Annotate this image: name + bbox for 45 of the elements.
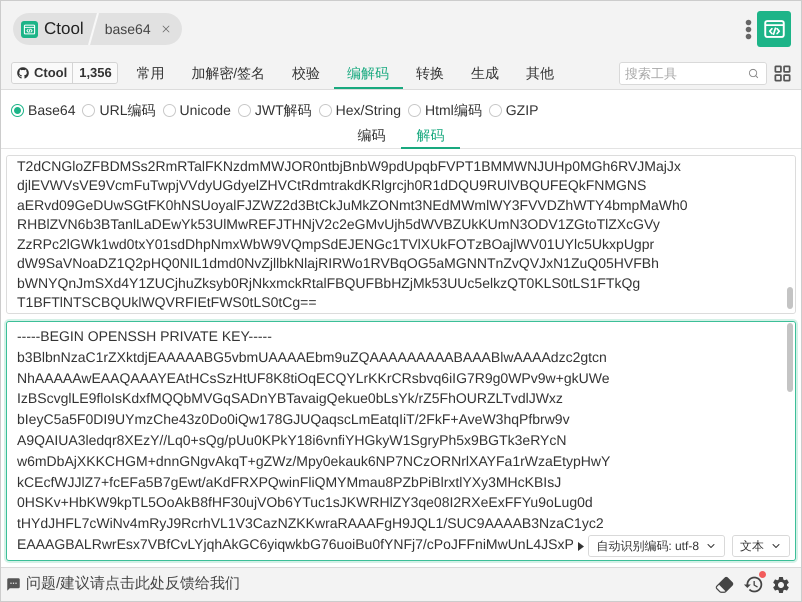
close-icon[interactable] [160,23,172,35]
input-field[interactable]: T2dCNGloZFBDMSs2RmRTalFKNzdmMWJOR0ntbjBnbW9pdUpqbFVPT1BMMWNJUHp0MGh6RVJMajJx djlEVWVsVE9VcmFuTwpjVVdyUGdyelZHVCtRdmtrakdKRlgrcjh0R1dDQU9RUlVBQUFEQkFNMGNS aERvd09GeDUwSGtFK0hNSUoyalFJZWZ2d3BtCkJuMkZONmt3NEdMWmlWY3FVVDZhWTY4bmpMaWh0 RHBlZVN6b3BTanlLaDEwYk53UlMwREFJTHNjV2c2eGMvUjh5dWVBZUkKUmN3ODV1ZGtoTlZXcGVy ZzRPc2lGWk1wd0txY01sdDhpNmxWbW9VQmpSdEJENGc1TVlXUkFOTzBOajlWV01UYlc5UkxpUgpr dW9SaVNoaDZ1Q2pHQ0NIL1dmd0NvZjllbkNlajRIRWo1RVBqOG5aMGNNTnZvQVJxN1ZuQ05HVFBh bWNYQnJmSXd4Y1ZUCjhuZksyb0RjNkxmckRtalFBQUFBbHZjMk53UUc5elkzQT0KLS0tLS1FTkQg T1BFTlNTSCBQUklWQVRFIEtFWS0tLS0tCg== [6,155,796,314]
category-tab[interactable]: 其他 [512,57,568,89]
feedback-link[interactable]: 问题/建议请点击此处反馈给我们 [6,573,240,596]
scrollbar-thumb[interactable] [787,323,793,392]
star-count[interactable]: 1,356 [73,63,117,83]
radio-option[interactable]: JWT解码 [238,100,312,120]
radio-icon[interactable] [488,104,502,116]
settings-icon[interactable] [771,574,791,594]
radio-icon[interactable] [318,104,332,116]
history-icon[interactable] [743,574,764,595]
app-button[interactable] [757,11,791,47]
category-tab[interactable]: 加解密/签名 [178,57,279,89]
scrollbar-thumb[interactable] [787,287,793,309]
radio-option[interactable]: URL编码 [82,100,156,120]
radio-option[interactable]: Unicode [162,100,231,120]
chat-icon [6,577,21,592]
grid-icon[interactable] [773,64,792,82]
radio-option[interactable]: Hex/String [318,100,401,120]
home-tab[interactable]: Ctool [21,16,84,42]
code-window-icon [21,20,38,38]
radio-option[interactable]: Html编码 [408,100,482,120]
github-link[interactable]: Ctool [12,63,74,83]
category-tab[interactable]: 转换 [402,57,458,89]
radio-icon[interactable] [82,104,96,116]
mode-tab[interactable]: 编码 [342,122,401,149]
radio-icon[interactable] [238,104,251,116]
format-select[interactable]: 文本 [732,535,790,557]
more-menu-icon[interactable] [745,18,752,40]
search-icon[interactable] [748,68,759,78]
category-tab[interactable]: 常用 [122,57,178,89]
radio-icon[interactable] [408,104,421,116]
github-icon [17,67,29,79]
radio-option[interactable]: GZIP [488,100,538,120]
code-window-icon [764,20,784,38]
category-tab[interactable]: 生成 [458,57,513,89]
radio-icon[interactable] [162,104,176,116]
category-tab[interactable]: 校验 [278,57,334,89]
radio-icon[interactable] [11,104,24,116]
radio-option[interactable]: Base64 [11,100,76,120]
triangle-right-icon[interactable] [578,542,584,550]
tool-tab[interactable]: base64 [104,18,172,40]
encoding-select[interactable]: 自动识别编码: utf-8 [588,535,725,557]
search-field[interactable]: 搜索工具 [619,62,767,84]
eraser-icon[interactable] [715,575,734,594]
